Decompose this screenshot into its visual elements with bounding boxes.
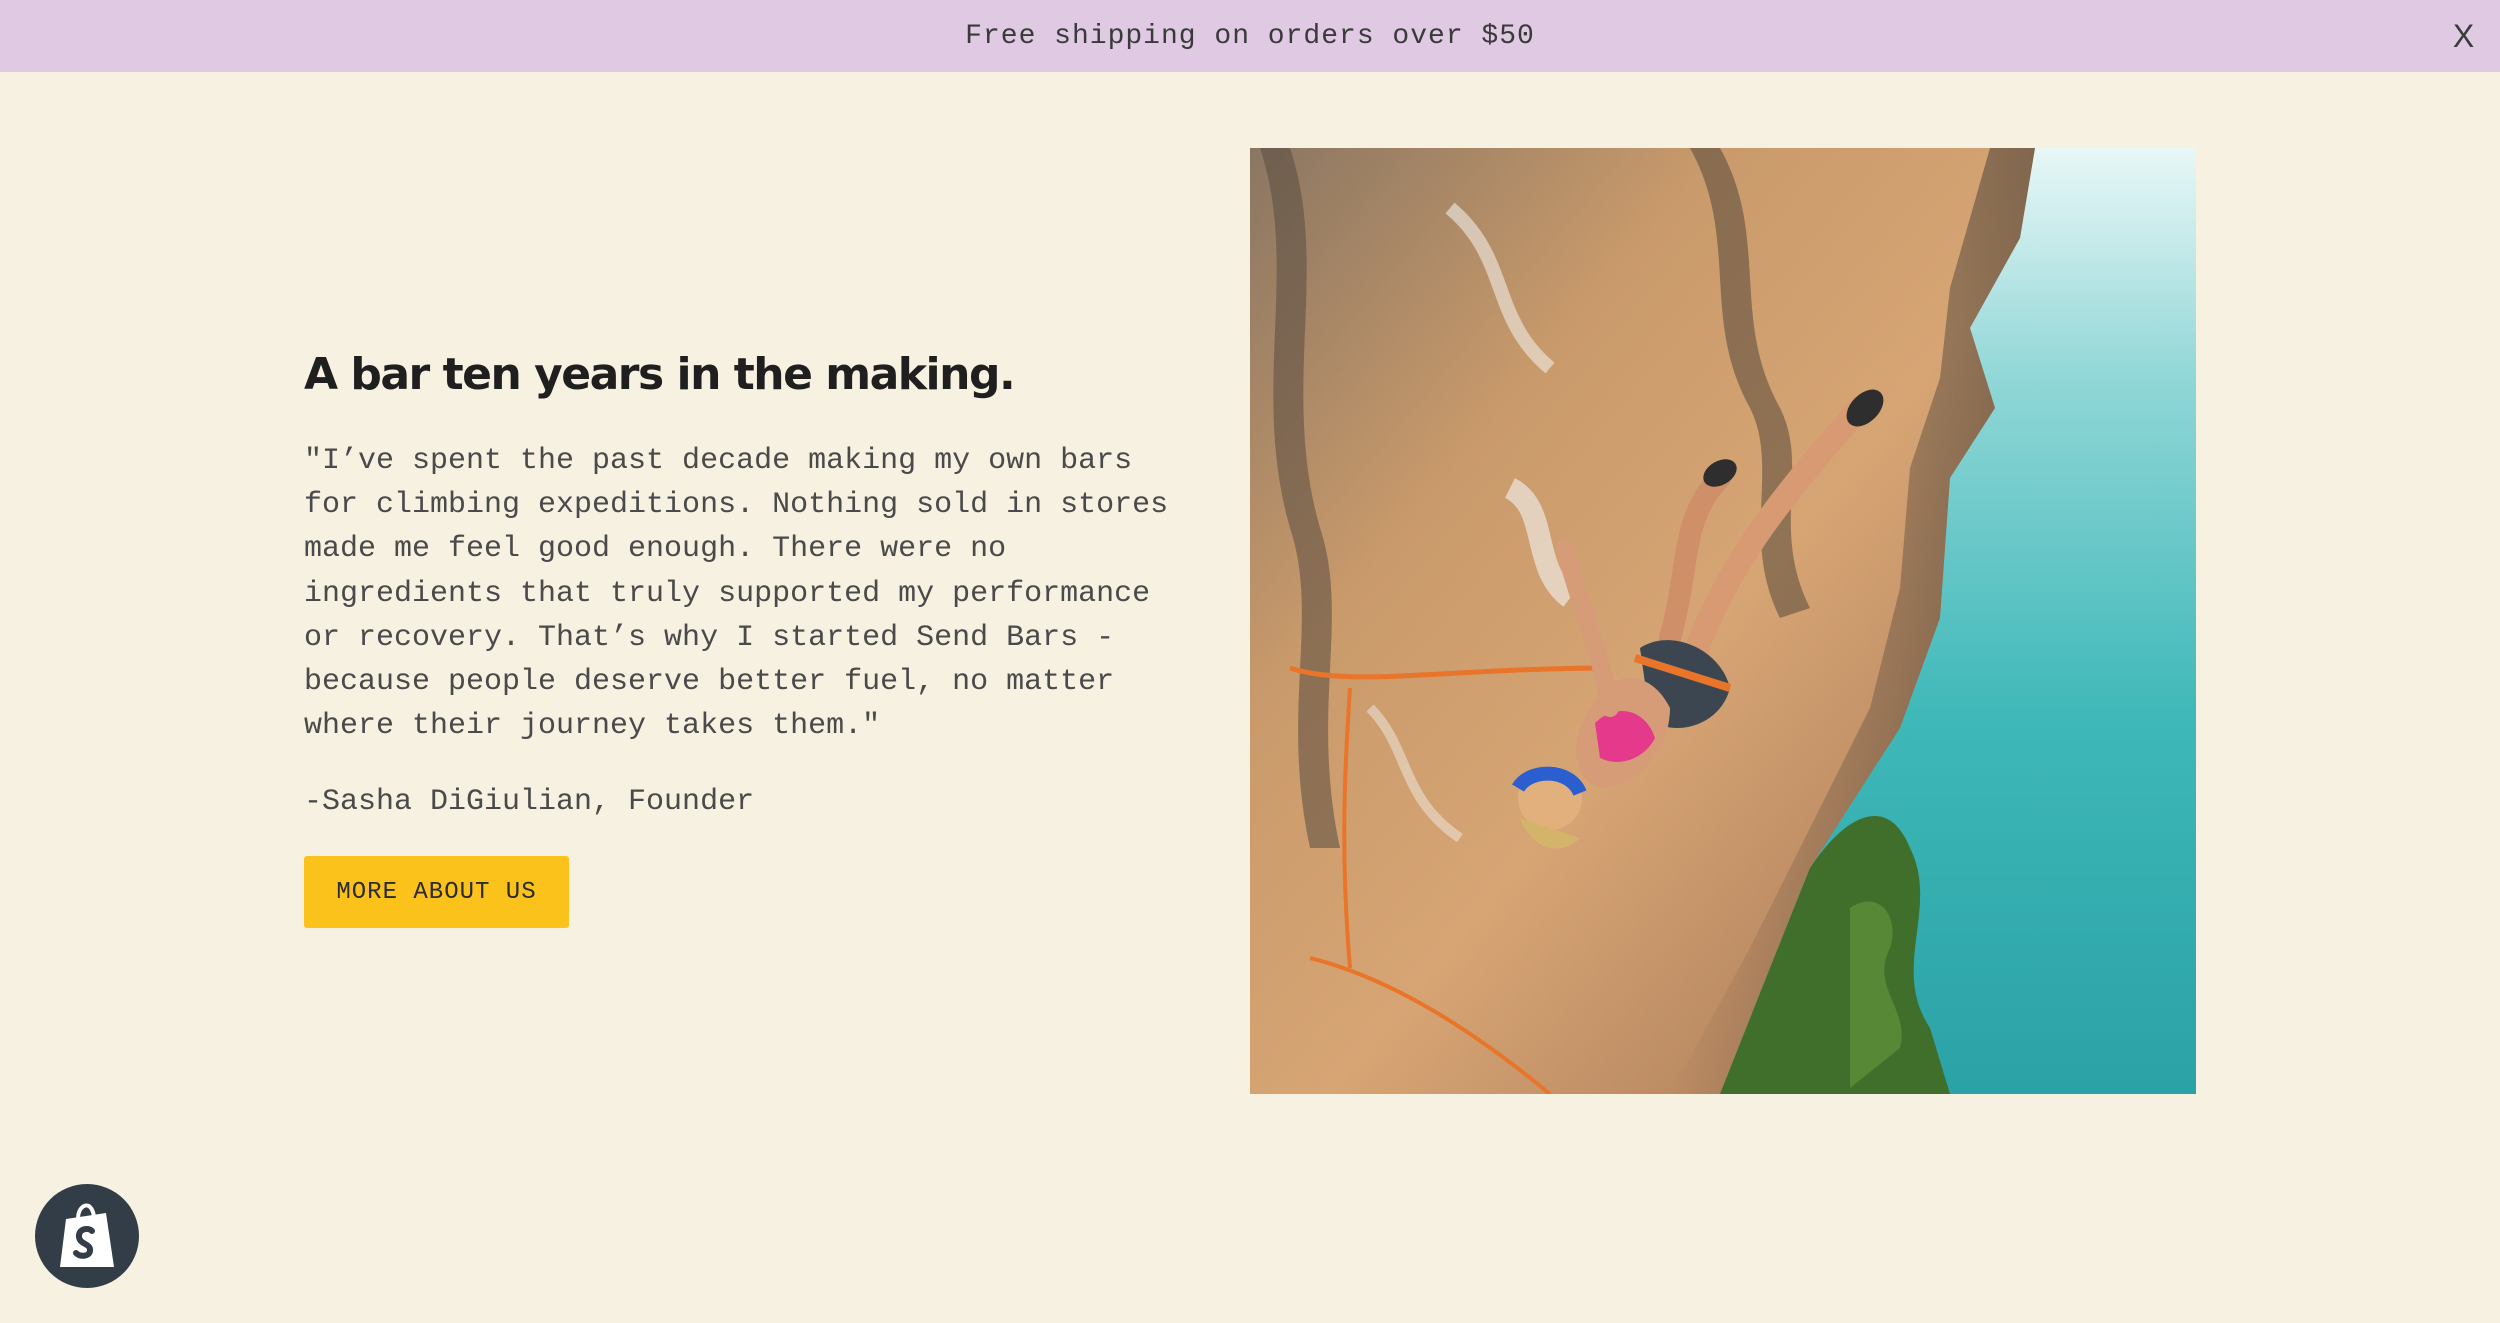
story-heading: A bar ten years in the making. [304,349,1016,400]
founder-quote: "I’ve spent the past decade making my ow… [304,444,1169,744]
founder-story: A bar ten years in the making. "I’ve spe… [304,345,1204,929]
announcement-close-button[interactable]: X [2440,12,2488,60]
more-about-us-button[interactable]: MORE ABOUT US [304,856,569,929]
shopify-bag-icon [60,1203,114,1267]
announcement-bar: Free shipping on orders over $50 X [0,0,2500,72]
founder-attribution: -Sasha DiGiulian, Founder [304,785,755,820]
announcement-text: Free shipping on orders over $50 [965,20,1535,52]
climber-photo [1250,148,2196,1094]
shopify-chat-button[interactable] [35,1184,139,1288]
